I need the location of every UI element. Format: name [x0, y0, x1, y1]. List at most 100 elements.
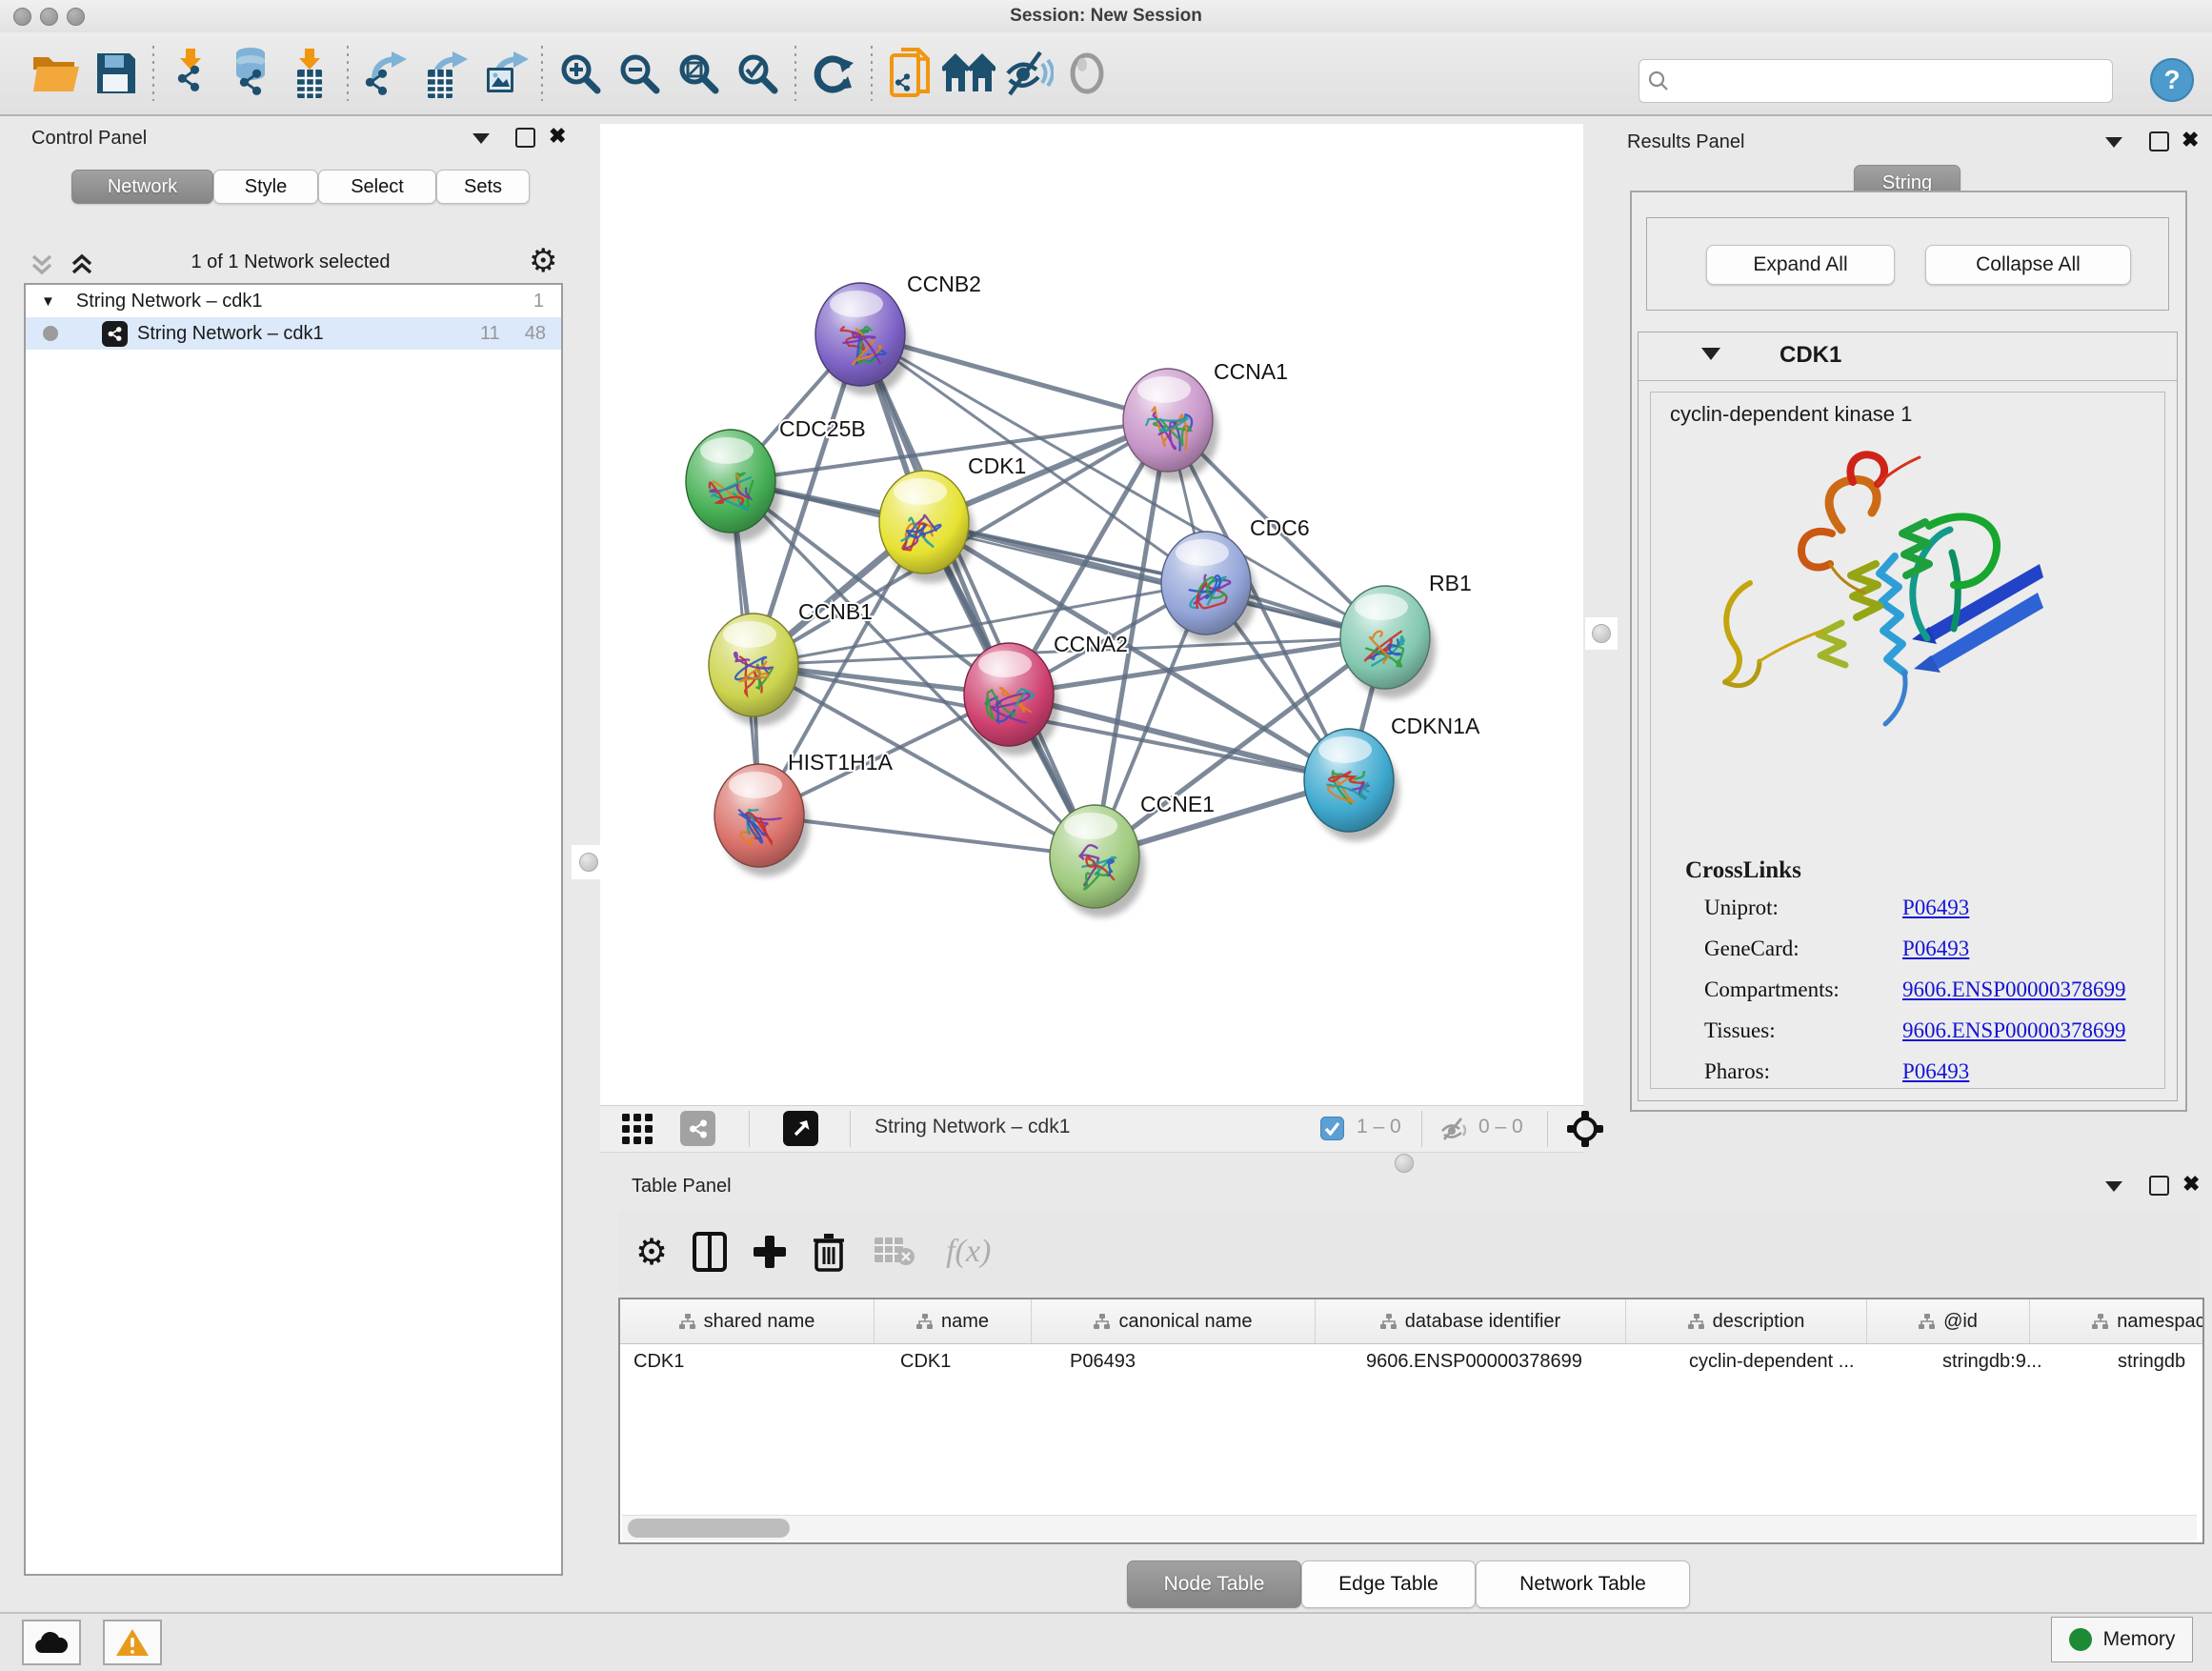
node-table[interactable]: shared namenamecanonical namedatabase id… [618, 1298, 2204, 1544]
homes-icon[interactable] [939, 44, 998, 103]
table-settings-gear-icon[interactable]: ⚙ [635, 1231, 668, 1274]
node-CCNA2[interactable]: CCNA2 [964, 632, 1128, 755]
cloud-button[interactable] [22, 1620, 81, 1665]
table-cell[interactable]: stringdb [2104, 1344, 2204, 1379]
import-table-icon[interactable] [280, 44, 339, 103]
eye-slash-icon[interactable] [998, 44, 1057, 103]
table-cell[interactable]: P06493 [1056, 1344, 1353, 1379]
node-HIST1H1A[interactable]: HIST1H1A [714, 750, 894, 876]
results-panel-menu-icon[interactable] [2105, 137, 2122, 148]
search-input[interactable] [1678, 70, 2112, 92]
import-database-icon[interactable] [221, 44, 280, 103]
table-panel-close-icon[interactable]: ✖ [2182, 1176, 2200, 1192]
eye-icon[interactable] [1057, 44, 1116, 103]
import-network-icon[interactable] [162, 44, 221, 103]
zoom-fit-icon[interactable] [669, 44, 728, 103]
help-button[interactable]: ? [2149, 57, 2195, 103]
tab-network[interactable]: Network [71, 170, 213, 204]
memory-button[interactable]: Memory [2051, 1617, 2193, 1662]
node-RB1[interactable]: RB1 [1340, 571, 1472, 698]
network-row[interactable]: String Network – cdk1 11 48 [26, 317, 561, 350]
control-panel-float-icon[interactable] [515, 128, 535, 148]
results-panel-float-icon[interactable] [2149, 131, 2169, 151]
cdk1-disclosure-icon[interactable] [1701, 348, 1720, 360]
selected-checkbox-icon[interactable] [1320, 1117, 1344, 1140]
control-panel-menu-icon[interactable] [473, 133, 490, 144]
network-view[interactable]: CCNB2 CCNA1 CDC25B CDK1 CDC6 [600, 124, 1583, 1105]
left-splitter-handle[interactable] [572, 845, 606, 879]
toolbar-divider [541, 46, 543, 101]
refresh-icon[interactable] [804, 44, 863, 103]
crosslink-link[interactable]: P06493 [1902, 896, 1969, 920]
node-CCNB1[interactable]: CCNB1 [709, 599, 873, 726]
table-cell[interactable]: stringdb:9... [1929, 1344, 2104, 1379]
crosslink-link[interactable]: 9606.ENSP00000378699 [1902, 1018, 2126, 1043]
crosslink-link[interactable]: 9606.ENSP00000378699 [1902, 977, 2126, 1002]
collapse-all-icon[interactable] [29, 253, 55, 276]
column-header--id[interactable]: @id [1867, 1299, 2030, 1343]
column-header-shared-name[interactable]: shared name [620, 1299, 875, 1343]
delete-column-trash-icon[interactable] [813, 1232, 845, 1272]
tab-style[interactable]: Style [213, 170, 318, 204]
node-CDKN1A[interactable]: CDKN1A [1304, 714, 1480, 841]
node-CCNA1[interactable]: CCNA1 [1123, 359, 1288, 481]
save-icon[interactable] [86, 44, 145, 103]
node-CCNE1[interactable]: CCNE1 [1050, 792, 1215, 917]
zoom-out-icon[interactable] [610, 44, 669, 103]
node-CDC25B[interactable]: CDC25B [686, 416, 866, 542]
results-panel-close-icon[interactable]: ✖ [2182, 131, 2199, 148]
control-panel-close-icon[interactable]: ✖ [549, 128, 566, 144]
zoom-selected-icon[interactable] [728, 44, 787, 103]
table-cell[interactable]: CDK1 [620, 1344, 887, 1379]
bottom-splitter-handle[interactable] [1387, 1153, 1421, 1174]
birds-eye-view-icon[interactable] [783, 1111, 818, 1146]
column-header-namespace[interactable]: namespace [2030, 1299, 2204, 1343]
collection-disclosure-icon[interactable]: ▼ [41, 293, 55, 310]
string-document-icon[interactable] [880, 44, 939, 103]
crosslinks-list: Uniprot:P06493GeneCard:P06493Compartment… [1704, 896, 2152, 1100]
table-row[interactable]: CDK1CDK1P064939606.ENSP00000378699cyclin… [620, 1344, 2202, 1379]
network-collection-row[interactable]: ▼ String Network – cdk1 1 [26, 285, 561, 317]
tab-sets[interactable]: Sets [436, 170, 530, 204]
search-box[interactable] [1639, 59, 2113, 103]
show-columns-icon[interactable] [693, 1232, 727, 1272]
network-share-icon[interactable] [680, 1111, 715, 1146]
cloud-icon [33, 1630, 70, 1655]
crosslink-link[interactable]: P06493 [1902, 936, 1969, 961]
tab-select[interactable]: Select [318, 170, 436, 204]
column-header-database-identifier[interactable]: database identifier [1316, 1299, 1626, 1343]
export-table-icon[interactable] [415, 44, 474, 103]
gear-icon[interactable]: ⚙ [529, 242, 557, 280]
sort-hierarchy-icon [1094, 1314, 1111, 1330]
zoom-in-icon[interactable] [551, 44, 610, 103]
warnings-button[interactable] [103, 1620, 162, 1665]
open-file-icon[interactable] [27, 44, 86, 103]
expand-all-button[interactable]: Expand All [1706, 245, 1895, 285]
add-column-icon[interactable] [752, 1234, 788, 1270]
table-cell[interactable]: CDK1 [887, 1344, 1056, 1379]
tab-edge-table[interactable]: Edge Table [1301, 1560, 1476, 1608]
right-splitter-handle[interactable] [1585, 617, 1618, 650]
node-CCNB2[interactable]: CCNB2 [815, 272, 981, 395]
table-horizontal-scrollbar[interactable] [622, 1515, 2197, 1540]
crosslink-link[interactable]: P06493 [1902, 1059, 1969, 1084]
column-header-name[interactable]: name [875, 1299, 1032, 1343]
export-network-icon[interactable] [356, 44, 415, 103]
tab-network-table[interactable]: Network Table [1476, 1560, 1690, 1608]
table-panel-float-icon[interactable] [2149, 1176, 2169, 1196]
grid-view-icon[interactable] [621, 1113, 654, 1145]
fit-content-crosshair-icon[interactable] [1566, 1110, 1604, 1148]
column-header-description[interactable]: description [1626, 1299, 1867, 1343]
expand-all-icon[interactable] [69, 253, 95, 276]
export-image-icon[interactable] [474, 44, 533, 103]
collapse-all-button[interactable]: Collapse All [1925, 245, 2131, 285]
tab-node-table[interactable]: Node Table [1127, 1560, 1301, 1608]
table-cell[interactable]: cyclin-dependent ... [1676, 1344, 1929, 1379]
table-panel-menu-icon[interactable] [2105, 1181, 2122, 1192]
column-header-canonical-name[interactable]: canonical name [1032, 1299, 1316, 1343]
string-results-container: Expand All Collapse All CDK1 cyclin-depe… [1630, 191, 2187, 1112]
table-cell[interactable]: 9606.ENSP00000378699 [1353, 1344, 1676, 1379]
scrollbar-thumb[interactable] [628, 1519, 790, 1538]
crosslink-row: Pharos:P06493 [1704, 1059, 2152, 1084]
toolbar-divider [152, 46, 154, 101]
